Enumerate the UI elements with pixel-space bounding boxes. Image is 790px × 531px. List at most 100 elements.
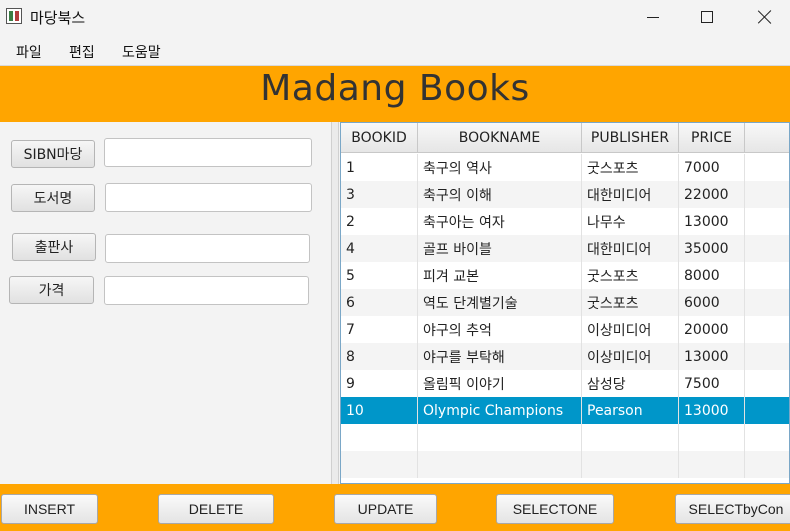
table-cell: 대한미디어 xyxy=(582,235,679,262)
table-row[interactable]: 5 피겨 교본 굿스포츠 8000 xyxy=(341,262,789,289)
column-header-publisher[interactable]: PUBLISHER xyxy=(582,123,679,153)
table-cell: 굿스포츠 xyxy=(582,154,679,181)
table-cell: 역도 단계별기술 xyxy=(418,289,582,316)
select-by-condition-button[interactable]: SELECTbyCon xyxy=(675,494,790,524)
table-cell: Pearson xyxy=(582,397,679,424)
table-cell: 굿스포츠 xyxy=(582,289,679,316)
table-header: BOOKID BOOKNAME PUBLISHER PRICE xyxy=(341,123,789,153)
table-row[interactable]: 9 올림픽 이야기 삼성당 7500 xyxy=(341,370,789,397)
table-cell-filler xyxy=(745,181,789,208)
table-cell: 4 xyxy=(341,235,418,262)
column-header-filler xyxy=(745,123,789,153)
table-cell: 10 xyxy=(341,397,418,424)
table-cell: 7 xyxy=(341,316,418,343)
price-input[interactable] xyxy=(104,276,309,305)
table-cell: 5 xyxy=(341,262,418,289)
table-cell-filler xyxy=(745,154,789,181)
maximize-button[interactable] xyxy=(684,0,730,34)
window-title: 마당북스 xyxy=(30,9,86,27)
header-banner: Madang Books xyxy=(0,66,790,122)
maximize-icon xyxy=(701,11,713,23)
page-title: Madang Books xyxy=(260,68,530,109)
table-cell xyxy=(418,424,582,451)
table-cell: 13000 xyxy=(679,343,745,370)
table-row[interactable]: 6 역도 단계별기술 굿스포츠 6000 xyxy=(341,289,789,316)
menu-help[interactable]: 도움말 xyxy=(122,42,161,62)
table-cell: 골프 바이블 xyxy=(418,235,582,262)
table-cell: 6 xyxy=(341,289,418,316)
table-row[interactable]: 7 야구의 추억 이상미디어 20000 xyxy=(341,316,789,343)
table-cell: 대한미디어 xyxy=(582,181,679,208)
table-body: 1 축구의 역사 굿스포츠 7000 3 축구의 이해 대한미디어 22000 2 축구아는 여자… xyxy=(341,154,789,478)
table-cell: 20000 xyxy=(679,316,745,343)
isbn-input[interactable] xyxy=(104,138,312,167)
table-cell: 3 xyxy=(341,181,418,208)
table-cell: 2 xyxy=(341,208,418,235)
table-cell-filler xyxy=(745,235,789,262)
table-cell: 나무수 xyxy=(582,208,679,235)
publisher-label-button[interactable]: 출판사 xyxy=(12,233,96,261)
table-row[interactable]: 4 골프 바이블 대한미디어 35000 xyxy=(341,235,789,262)
table-cell-filler xyxy=(745,451,789,478)
table-cell: Olympic Champions xyxy=(418,397,582,424)
table-cell: 축구의 역사 xyxy=(418,154,582,181)
table-cell xyxy=(418,451,582,478)
table-row[interactable]: 3 축구의 이해 대한미디어 22000 xyxy=(341,181,789,208)
table-row[interactable] xyxy=(341,424,789,451)
table-cell: 35000 xyxy=(679,235,745,262)
menu-edit[interactable]: 편집 xyxy=(69,42,95,62)
publisher-input[interactable] xyxy=(105,234,310,263)
table-cell: 올림픽 이야기 xyxy=(418,370,582,397)
menu-bar: 파일 편집 도움말 xyxy=(0,34,790,66)
table-cell: 6000 xyxy=(679,289,745,316)
table-row[interactable] xyxy=(341,451,789,478)
menu-file[interactable]: 파일 xyxy=(16,42,42,62)
table-cell-filler xyxy=(745,424,789,451)
update-button[interactable]: UPDATE xyxy=(334,494,437,524)
close-icon xyxy=(758,10,772,24)
table-cell-filler xyxy=(745,316,789,343)
column-header-bookname[interactable]: BOOKNAME xyxy=(418,123,582,153)
isbn-label-button[interactable]: SIBN마당 xyxy=(11,140,95,168)
table-cell: 야구의 추억 xyxy=(418,316,582,343)
title-bar: 마당북스 xyxy=(0,0,790,34)
minimize-icon xyxy=(647,16,659,18)
table-cell xyxy=(582,451,679,478)
bookname-input[interactable] xyxy=(105,183,312,212)
table-cell: 피겨 교본 xyxy=(418,262,582,289)
app-icon xyxy=(6,8,22,24)
table-row[interactable]: 8 야구를 부탁해 이상미디어 13000 xyxy=(341,343,789,370)
selectone-button[interactable]: SELECTONE xyxy=(496,494,614,524)
price-label-button[interactable]: 가격 xyxy=(9,276,94,304)
table-cell xyxy=(582,424,679,451)
delete-button[interactable]: DELETE xyxy=(158,494,274,524)
close-button[interactable] xyxy=(742,0,788,34)
table-cell xyxy=(341,451,418,478)
table-cell: 22000 xyxy=(679,181,745,208)
table-cell: 축구의 이해 xyxy=(418,181,582,208)
table-cell: 1 xyxy=(341,154,418,181)
table-cell: 축구아는 여자 xyxy=(418,208,582,235)
book-form-panel: SIBN마당 도서명 출판사 가격 xyxy=(0,122,331,484)
table-cell-filler xyxy=(745,208,789,235)
table-row[interactable]: 1 축구의 역사 굿스포츠 7000 xyxy=(341,154,789,181)
column-header-bookid[interactable]: BOOKID xyxy=(341,123,418,153)
column-header-price[interactable]: PRICE xyxy=(679,123,745,153)
table-row[interactable]: 2 축구아는 여자 나무수 13000 xyxy=(341,208,789,235)
table-cell: 8 xyxy=(341,343,418,370)
table-cell-filler xyxy=(745,370,789,397)
split-pane-divider[interactable] xyxy=(331,122,339,484)
books-table: BOOKID BOOKNAME PUBLISHER PRICE 1 축구의 역사 굿… xyxy=(340,122,790,484)
table-cell: 13000 xyxy=(679,208,745,235)
table-row[interactable]: 10 Olympic Champions Pearson 13000 xyxy=(341,397,789,424)
table-cell-filler xyxy=(745,289,789,316)
table-cell: 7500 xyxy=(679,370,745,397)
table-cell-filler xyxy=(745,397,789,424)
minimize-button[interactable] xyxy=(630,0,676,34)
table-cell: 13000 xyxy=(679,397,745,424)
insert-button[interactable]: INSERT xyxy=(1,494,98,524)
table-cell xyxy=(679,424,745,451)
table-cell: 이상미디어 xyxy=(582,316,679,343)
bookname-label-button[interactable]: 도서명 xyxy=(11,184,95,212)
table-cell: 야구를 부탁해 xyxy=(418,343,582,370)
